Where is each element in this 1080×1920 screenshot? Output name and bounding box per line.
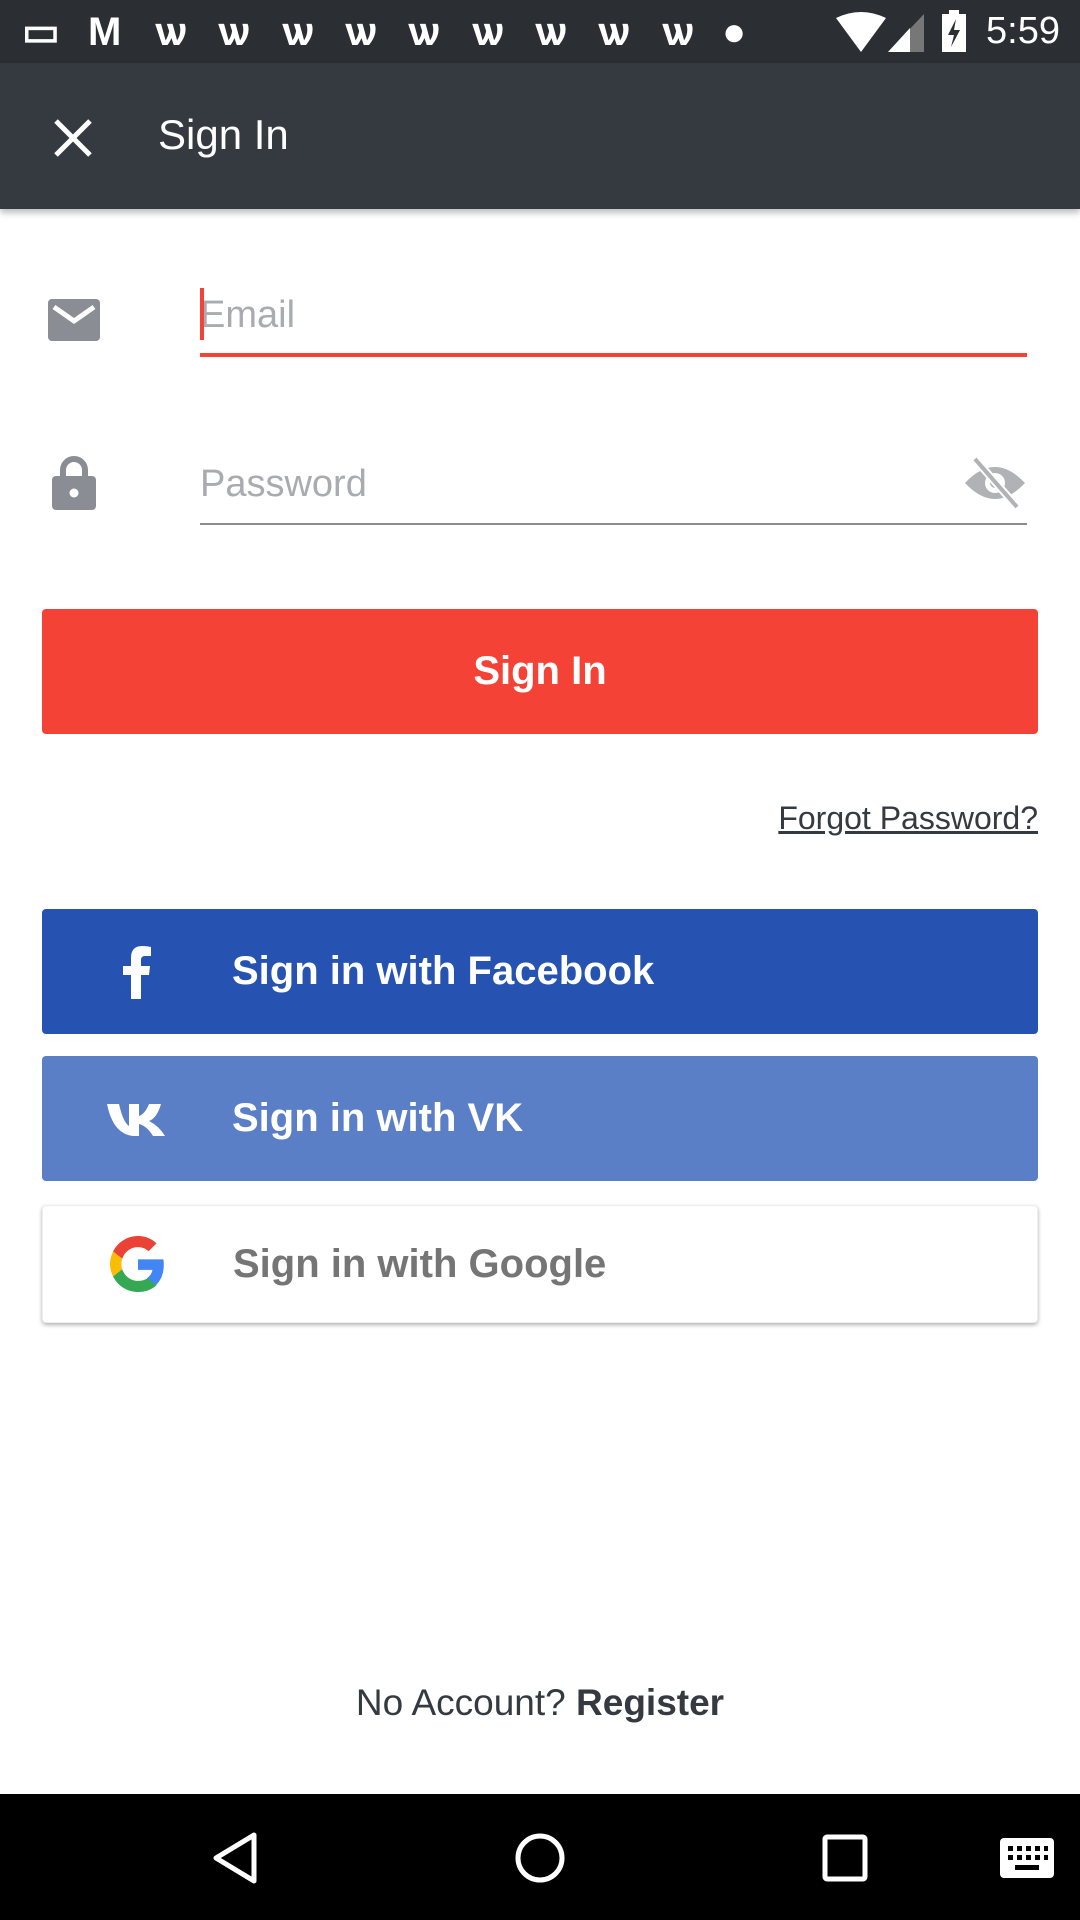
forgot-password-link[interactable]: Forgot Password? [778, 800, 1038, 837]
close-icon[interactable] [50, 115, 96, 161]
navigation-bar [0, 1794, 1080, 1920]
email-input[interactable] [200, 277, 1027, 353]
sign-in-label: Sign In [473, 649, 607, 693]
app-w-icon: ѡ [408, 10, 440, 54]
app-w-icon: ѡ [282, 10, 314, 54]
gmail-icon: M [88, 10, 122, 54]
back-icon[interactable] [212, 1832, 258, 1884]
no-account-text: No Account? [355, 1682, 566, 1723]
password-field[interactable] [200, 445, 1027, 525]
app-w-icon: ѡ [472, 10, 504, 54]
facebook-label: Sign in with Facebook [232, 949, 655, 993]
messages-icon: ▭ [22, 10, 60, 54]
keyboard-icon[interactable] [1000, 1838, 1054, 1878]
app-w-icon: ѡ [345, 10, 377, 54]
sign-in-button[interactable]: Sign In [42, 609, 1038, 734]
recents-icon[interactable] [822, 1834, 868, 1882]
email-icon [48, 299, 100, 341]
email-field[interactable] [200, 277, 1027, 357]
app-w-icon: ѡ [218, 10, 250, 54]
status-bar: ▭ M ѡ ѡ ѡ ѡ ѡ ѡ ѡ ѡ ѡ ● 5:59 [0, 0, 1080, 63]
vk-sign-in-button[interactable]: Sign in with VK [42, 1056, 1038, 1181]
vk-icon [107, 1103, 165, 1136]
wifi-icon [836, 12, 886, 52]
app-w-icon: ѡ [598, 10, 630, 54]
google-label: Sign in with Google [233, 1241, 607, 1286]
facebook-sign-in-button[interactable]: Sign in with Facebook [42, 909, 1038, 1034]
password-input[interactable] [200, 445, 957, 523]
battery-charging-icon [942, 10, 966, 52]
google-sign-in-button[interactable]: Sign in with Google [42, 1205, 1038, 1323]
lock-icon [52, 456, 96, 510]
register-link[interactable]: Register [576, 1682, 724, 1723]
page-title: Sign In [158, 111, 289, 158]
google-icon [110, 1236, 164, 1292]
app-w-icon: ѡ [155, 10, 187, 54]
app-w-icon: ѡ [662, 10, 694, 54]
register-prompt: No Account? Register [0, 1682, 1080, 1724]
text-cursor [200, 288, 204, 340]
signal-icon [888, 14, 924, 52]
facebook-icon [123, 945, 151, 999]
vk-label: Sign in with VK [232, 1096, 524, 1140]
app-w-icon: ѡ [535, 10, 567, 54]
visibility-off-icon[interactable] [963, 455, 1027, 511]
clock: 5:59 [986, 10, 1060, 52]
toolbar: Sign In [0, 63, 1080, 209]
home-icon[interactable] [514, 1832, 566, 1884]
chat-icon: ● [722, 10, 747, 54]
